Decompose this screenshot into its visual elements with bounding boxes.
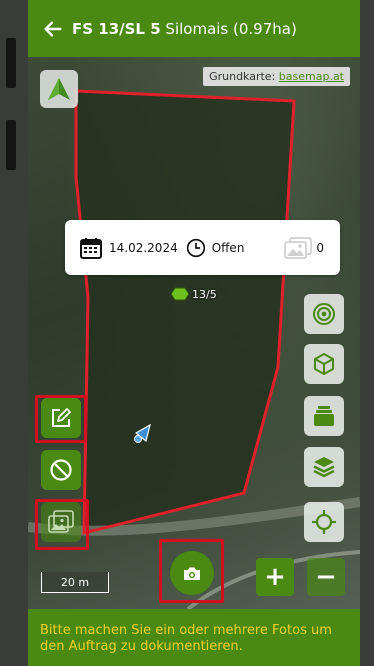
map-view[interactable]: Grundkarte: basemap.at 14.02.2024 Offen (28, 57, 360, 609)
edit-icon (52, 408, 71, 427)
block-icon (50, 459, 72, 481)
gallery-icon (48, 510, 74, 533)
camera-button[interactable] (170, 551, 214, 595)
clock-icon (186, 238, 205, 257)
hexagon-icon (171, 287, 189, 301)
task-date: 14.02.2024 (109, 240, 178, 255)
device-frame-right (360, 0, 374, 666)
page-title: FS 13/SL 5 Silomais (0.97ha) (72, 20, 297, 38)
field-marker-label: 13/5 (192, 287, 217, 301)
device-frame-left (0, 0, 28, 666)
location-arrow-icon (134, 423, 151, 443)
layers-button[interactable] (304, 447, 344, 487)
arrow-left-icon[interactable] (42, 18, 64, 40)
hardware-button-top (6, 38, 16, 88)
basemap-link[interactable]: basemap.at (279, 70, 344, 83)
hardware-button-bottom (6, 120, 16, 170)
crosshair-icon (312, 510, 336, 534)
basemap-attribution: Grundkarte: basemap.at (203, 67, 350, 86)
field-marker[interactable]: 13/5 (171, 287, 217, 301)
target-button[interactable] (304, 294, 344, 334)
cards-icon (314, 406, 334, 426)
basemap-prefix: Grundkarte: (209, 70, 279, 83)
camera-icon (184, 567, 200, 580)
zoom-out-button[interactable]: − (307, 558, 345, 596)
calendar-icon (80, 237, 102, 259)
field-id: FS 13/SL 5 (72, 19, 161, 38)
photo-icon (284, 236, 313, 259)
3d-view-button[interactable] (304, 344, 344, 384)
app-header: FS 13/SL 5 Silomais (0.97ha) (28, 0, 360, 57)
gallery-button[interactable] (41, 502, 81, 542)
photo-count: 0 (316, 240, 324, 255)
cube-icon (314, 353, 334, 375)
app-screen: FS 13/SL 5 Silomais (0.97ha) Grundkarte:… (28, 0, 360, 666)
logo-icon (48, 78, 70, 100)
target-icon (313, 303, 335, 325)
cards-button[interactable] (304, 396, 344, 436)
field-description: Silomais (0.97ha) (160, 19, 297, 38)
map-scale: 20 m (41, 572, 109, 593)
locate-button[interactable] (304, 502, 344, 542)
info-card[interactable]: 14.02.2024 Offen 0 (65, 220, 340, 275)
app-logo (40, 70, 78, 108)
zoom-in-button[interactable]: + (256, 558, 294, 596)
layers-icon (313, 457, 335, 478)
task-status: Offen (211, 240, 245, 255)
instruction-banner: Bitte machen Sie ein oder mehrere Fotos … (28, 609, 360, 666)
cancel-task-button[interactable] (41, 450, 81, 490)
edit-button[interactable] (41, 398, 81, 438)
